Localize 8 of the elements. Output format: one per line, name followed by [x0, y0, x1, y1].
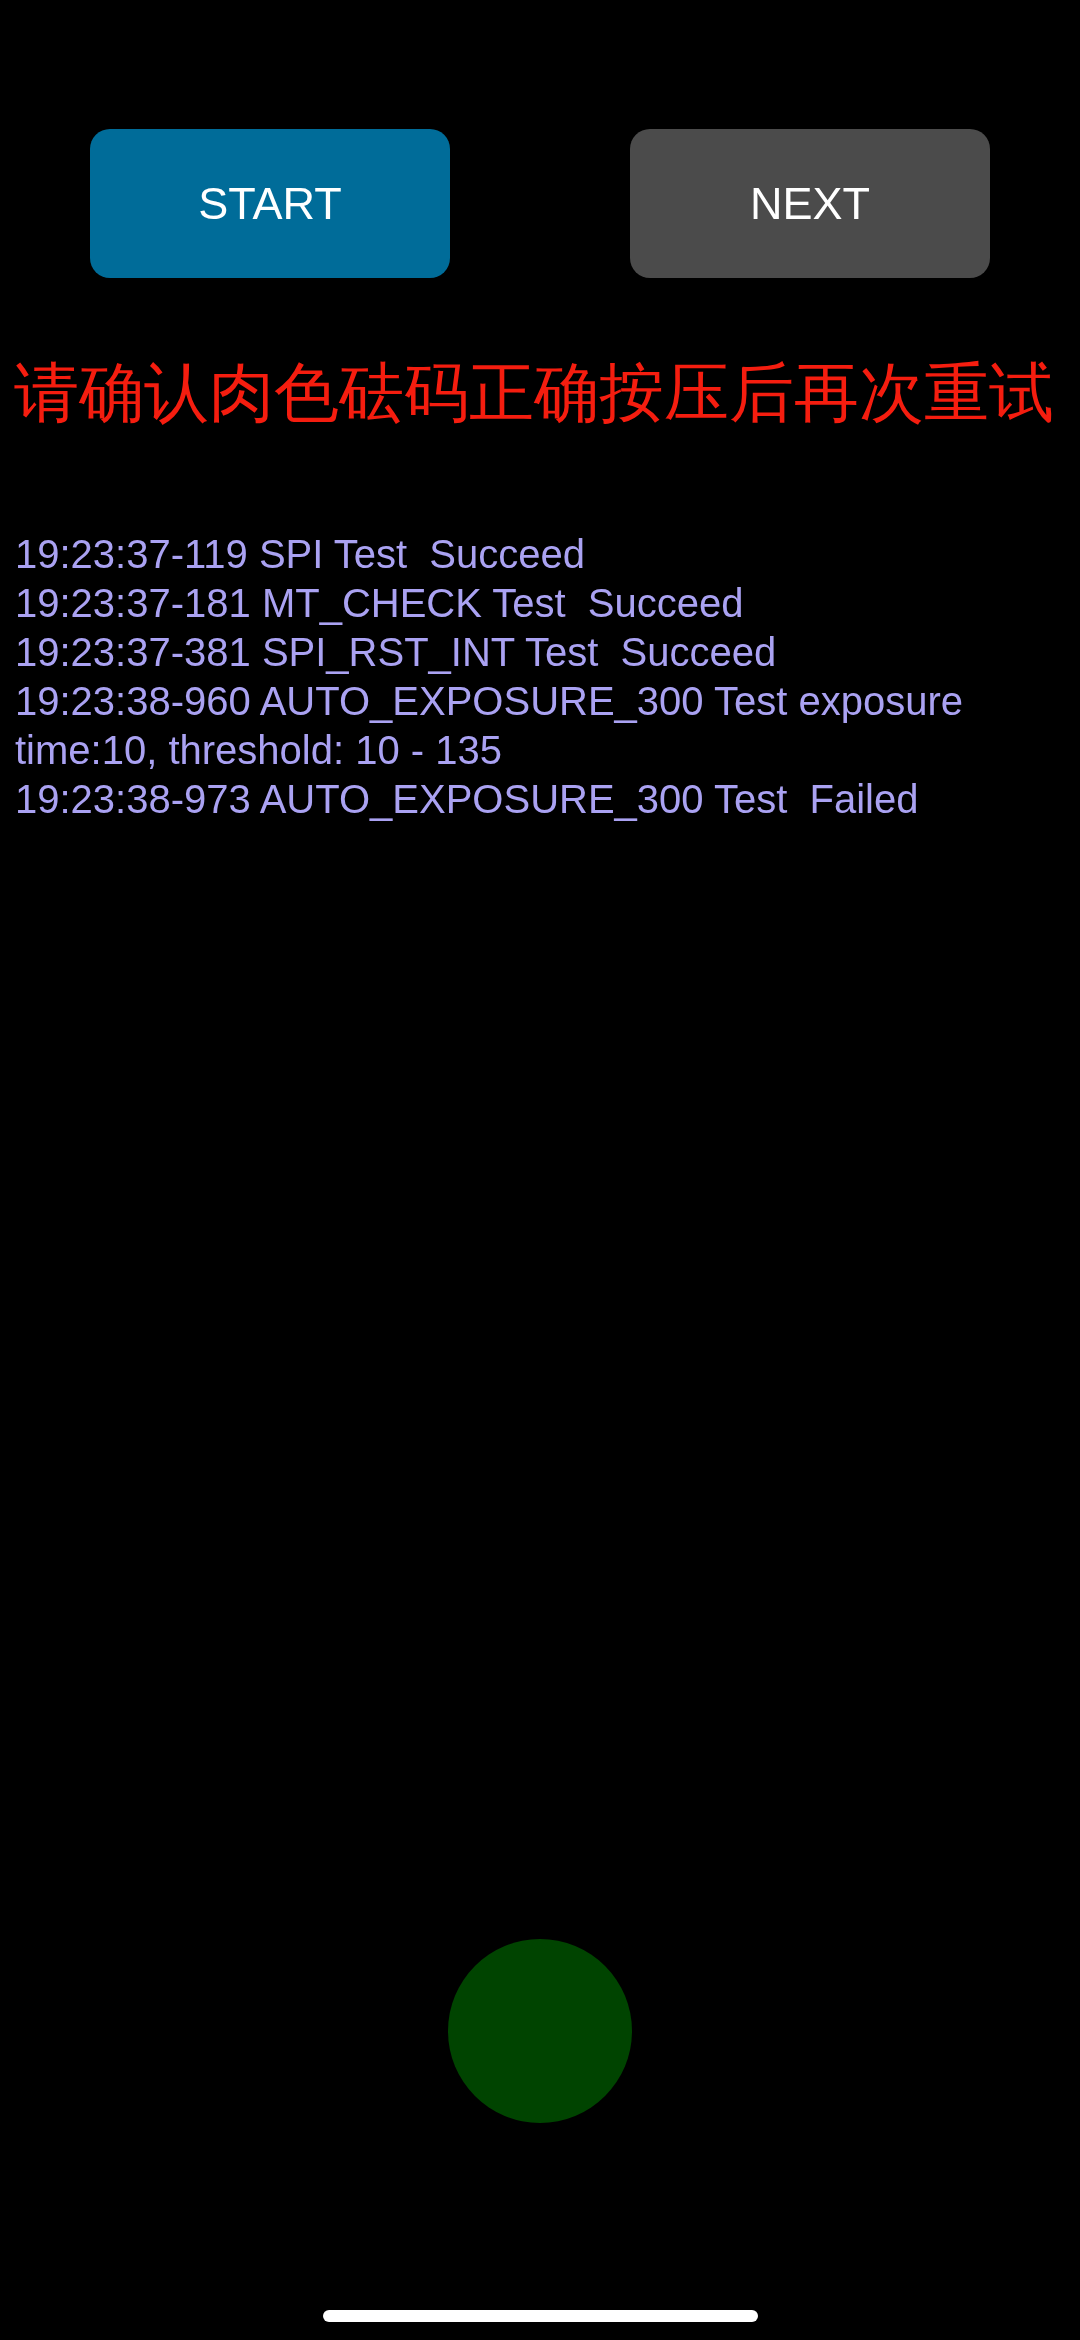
next-button[interactable]: NEXT: [630, 129, 990, 278]
log-line: 19:23:38-973 AUTO_EXPOSURE_300 Test Failed: [15, 776, 919, 823]
warning-message: 请确认肉色砝码正确按压后再次重试: [13, 355, 1054, 431]
start-button[interactable]: START: [90, 129, 450, 278]
log-line: 19:23:37-119 SPI Test Succeed: [15, 531, 586, 578]
log-line: 19:23:37-181 MT_CHECK Test Succeed: [15, 580, 744, 627]
log-line: 19:23:37-381 SPI_RST_INT Test Succeed: [15, 629, 777, 676]
log-line: 19:23:38-960 AUTO_EXPOSURE_300 Test exposure time:10, threshold: 10 - 135: [15, 678, 964, 774]
